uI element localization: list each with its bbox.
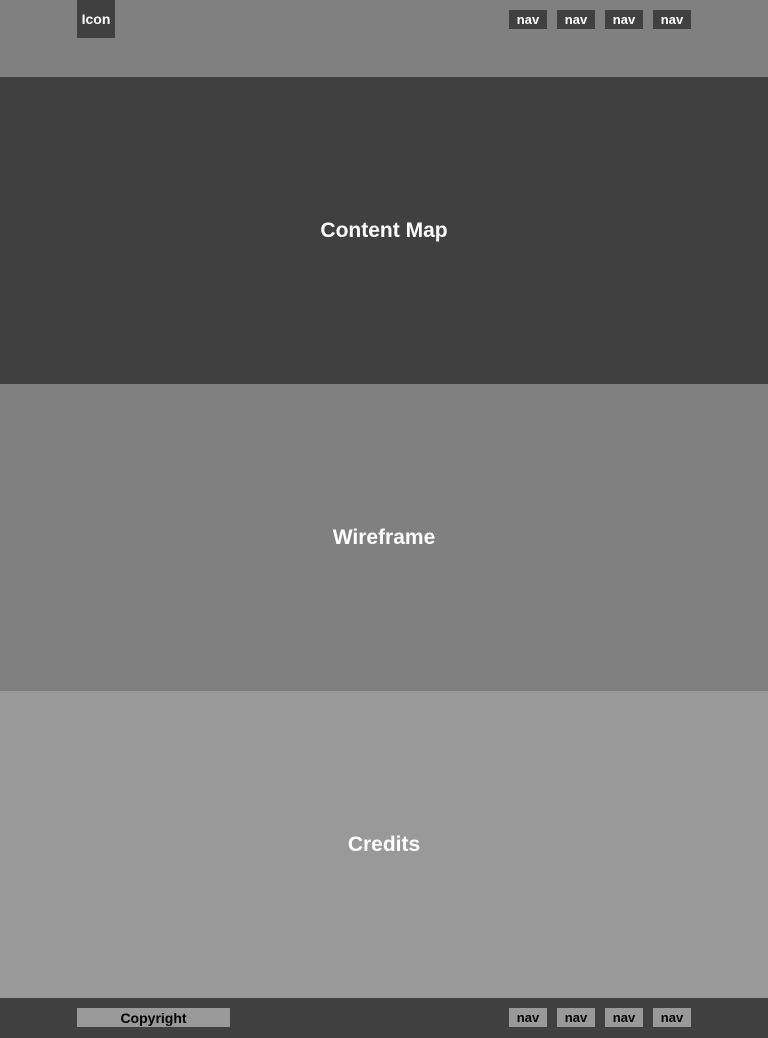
section-content-map: Content Map bbox=[0, 77, 768, 384]
logo-icon[interactable]: Icon bbox=[77, 0, 115, 38]
header-nav-4[interactable]: nav bbox=[653, 10, 691, 29]
header-nav-1[interactable]: nav bbox=[509, 10, 547, 29]
section-credits: Credits bbox=[0, 691, 768, 998]
header-nav-3[interactable]: nav bbox=[605, 10, 643, 29]
copyright-text: Copyright bbox=[77, 1008, 230, 1027]
section-title: Wireframe bbox=[332, 525, 436, 549]
footer-nav-3[interactable]: nav bbox=[605, 1008, 643, 1027]
section-wireframe: Wireframe bbox=[0, 384, 768, 691]
footer-nav-2[interactable]: nav bbox=[557, 1008, 595, 1027]
footer-nav-4[interactable]: nav bbox=[653, 1008, 691, 1027]
header-nav-2[interactable]: nav bbox=[557, 10, 595, 29]
section-title: Credits bbox=[347, 832, 421, 856]
footer-nav-1[interactable]: nav bbox=[509, 1008, 547, 1027]
section-title: Content Map bbox=[320, 218, 448, 242]
